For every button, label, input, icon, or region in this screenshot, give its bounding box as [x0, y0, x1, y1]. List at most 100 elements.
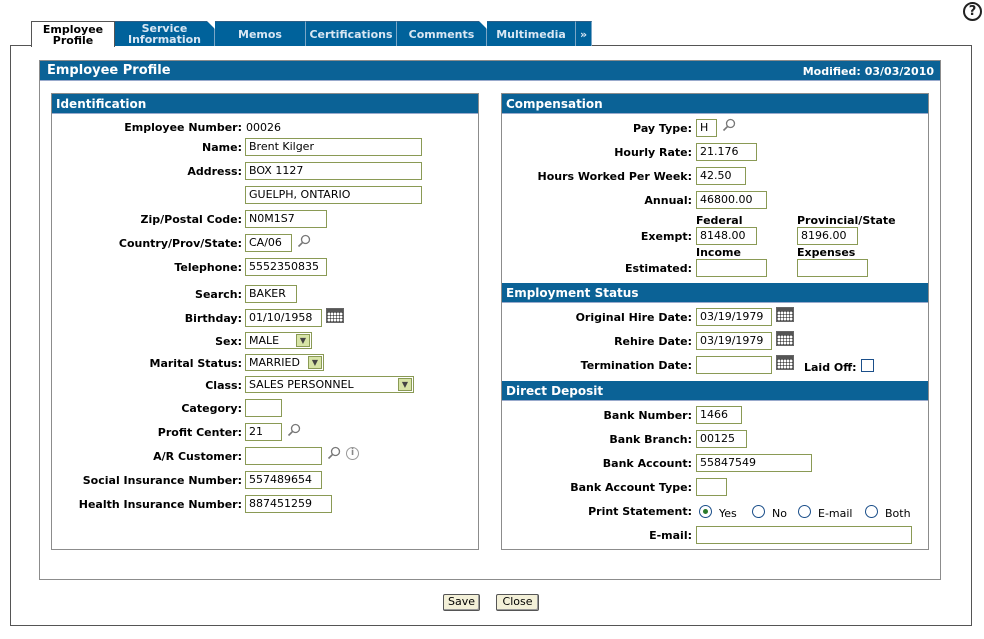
ar-customer-input[interactable]	[245, 447, 322, 465]
annual-label: Annual:	[644, 194, 692, 207]
bank-account-input[interactable]: 55847549	[696, 454, 812, 472]
hin-input[interactable]: 887451259	[245, 495, 332, 513]
sin-label: Social Insurance Number:	[82, 474, 242, 487]
help-icon[interactable]: ?	[963, 2, 982, 21]
chevron-down-icon: ▼	[398, 378, 412, 391]
bank-account-type-label: Bank Account Type:	[570, 481, 692, 494]
tab-service-information[interactable]: Service Information	[115, 21, 215, 46]
info-icon[interactable]: i	[346, 447, 359, 460]
sin-input[interactable]: 557489654	[245, 471, 322, 489]
tab-certifications[interactable]: Certifications	[306, 21, 397, 46]
federal-header: Federal	[696, 214, 743, 227]
termination-date-label: Termination Date:	[580, 359, 692, 372]
print-statement-no-radio[interactable]	[752, 505, 765, 518]
print-statement-both-label: Both	[885, 507, 911, 520]
exempt-label: Exempt:	[640, 230, 692, 243]
expenses-header: Expenses	[797, 246, 856, 259]
marital-status-select[interactable]: MARRIED ▼	[245, 354, 324, 371]
employee-number-value: 00026	[246, 121, 281, 134]
termination-date-input[interactable]	[696, 356, 772, 374]
pay-type-input[interactable]: H	[696, 119, 717, 137]
hire-date-label: Original Hire Date:	[575, 311, 692, 324]
laid-off-label: Laid Off:	[804, 361, 857, 374]
employee-number-label: Employee Number:	[124, 121, 242, 134]
bank-number-input[interactable]: 1466	[696, 406, 742, 424]
rehire-date-input[interactable]: 03/19/1979	[696, 332, 772, 350]
search-icon[interactable]	[327, 446, 341, 460]
exempt-federal-input[interactable]: 8148.00	[696, 227, 757, 245]
exempt-provincial-input[interactable]: 8196.00	[797, 227, 858, 245]
email-label: E-mail:	[649, 529, 692, 542]
name-label: Name:	[202, 141, 242, 154]
identification-header: Identification	[52, 94, 478, 114]
profit-center-label: Profit Center:	[157, 426, 242, 439]
print-statement-no-label: No	[772, 507, 787, 520]
modified-date: Modified: 03/03/2010	[802, 65, 934, 78]
tab-multimedia[interactable]: Multimedia	[487, 21, 576, 46]
country-label: Country/Prov/State:	[118, 237, 242, 250]
estimated-income-input[interactable]	[696, 259, 767, 277]
annual-input[interactable]: 46800.00	[696, 191, 767, 209]
class-label: Class:	[205, 379, 242, 392]
search-icon[interactable]	[287, 423, 301, 437]
chevron-down-icon: ▼	[296, 334, 310, 347]
email-input[interactable]	[696, 526, 912, 544]
bank-number-label: Bank Number:	[603, 409, 692, 422]
page-title: Employee Profile	[47, 63, 171, 78]
hourly-rate-input[interactable]: 21.176	[696, 143, 757, 161]
telephone-label: Telephone:	[174, 261, 242, 274]
birthday-label: Birthday:	[184, 312, 242, 325]
country-input[interactable]: CA/06	[245, 234, 292, 252]
ar-customer-label: A/R Customer:	[153, 450, 242, 463]
search-icon[interactable]	[722, 118, 736, 132]
save-button[interactable]: Save	[443, 594, 480, 611]
calendar-icon[interactable]	[326, 308, 344, 323]
hours-per-week-label: Hours Worked Per Week:	[537, 170, 692, 183]
hourly-rate-label: Hourly Rate:	[614, 146, 692, 159]
print-statement-label: Print Statement:	[588, 505, 692, 518]
calendar-icon[interactable]	[776, 307, 794, 322]
bank-account-type-input[interactable]	[696, 478, 727, 496]
provincial-header: Provincial/State	[797, 214, 896, 227]
marital-status-label: Marital Status:	[149, 357, 243, 370]
compensation-header: Compensation	[502, 94, 928, 114]
tab-comments[interactable]: Comments	[397, 21, 487, 46]
sex-select[interactable]: MALE ▼	[245, 332, 312, 349]
tab-employee-profile[interactable]: Employee Profile	[31, 21, 115, 47]
rehire-date-label: Rehire Date:	[614, 335, 692, 348]
tab-more[interactable]: »	[576, 21, 592, 46]
estimated-expenses-input[interactable]	[797, 259, 868, 277]
hire-date-input[interactable]: 03/19/1979	[696, 308, 772, 326]
address-label: Address:	[187, 165, 242, 178]
search-icon[interactable]	[297, 234, 311, 248]
print-statement-both-radio[interactable]	[865, 505, 878, 518]
employment-status-header: Employment Status	[502, 283, 928, 303]
class-select[interactable]: SALES PERSONNEL ▼	[245, 376, 414, 393]
tab-memos[interactable]: Memos	[215, 21, 306, 46]
category-input[interactable]	[245, 399, 282, 417]
chevron-down-icon: ▼	[308, 356, 322, 369]
sex-label: Sex:	[215, 335, 242, 348]
name-input[interactable]: Brent Kilger	[245, 138, 422, 156]
address-line1-input[interactable]: BOX 1127	[245, 162, 422, 180]
search-label: Search:	[195, 288, 242, 301]
calendar-icon[interactable]	[776, 331, 794, 346]
print-statement-email-radio[interactable]	[798, 505, 811, 518]
hours-per-week-input[interactable]: 42.50	[696, 167, 746, 185]
income-header: Income	[696, 246, 741, 259]
print-statement-yes-label: Yes	[719, 507, 737, 520]
close-button[interactable]: Close	[496, 594, 539, 611]
bank-branch-input[interactable]: 00125	[696, 430, 747, 448]
search-input[interactable]: BAKER	[245, 285, 297, 303]
profit-center-input[interactable]: 21	[245, 423, 282, 441]
birthday-input[interactable]: 01/10/1958	[245, 309, 322, 327]
telephone-input[interactable]: 5552350835	[245, 258, 327, 276]
bank-branch-label: Bank Branch:	[609, 433, 692, 446]
print-statement-yes-radio[interactable]	[699, 505, 712, 518]
panel-title-bar: Employee Profile Modified: 03/03/2010	[40, 61, 940, 81]
address-line2-input[interactable]: GUELPH, ONTARIO	[245, 186, 422, 204]
category-label: Category:	[181, 402, 242, 415]
laid-off-checkbox[interactable]	[861, 359, 874, 372]
calendar-icon[interactable]	[776, 355, 794, 370]
zip-input[interactable]: N0M1S7	[245, 210, 327, 228]
